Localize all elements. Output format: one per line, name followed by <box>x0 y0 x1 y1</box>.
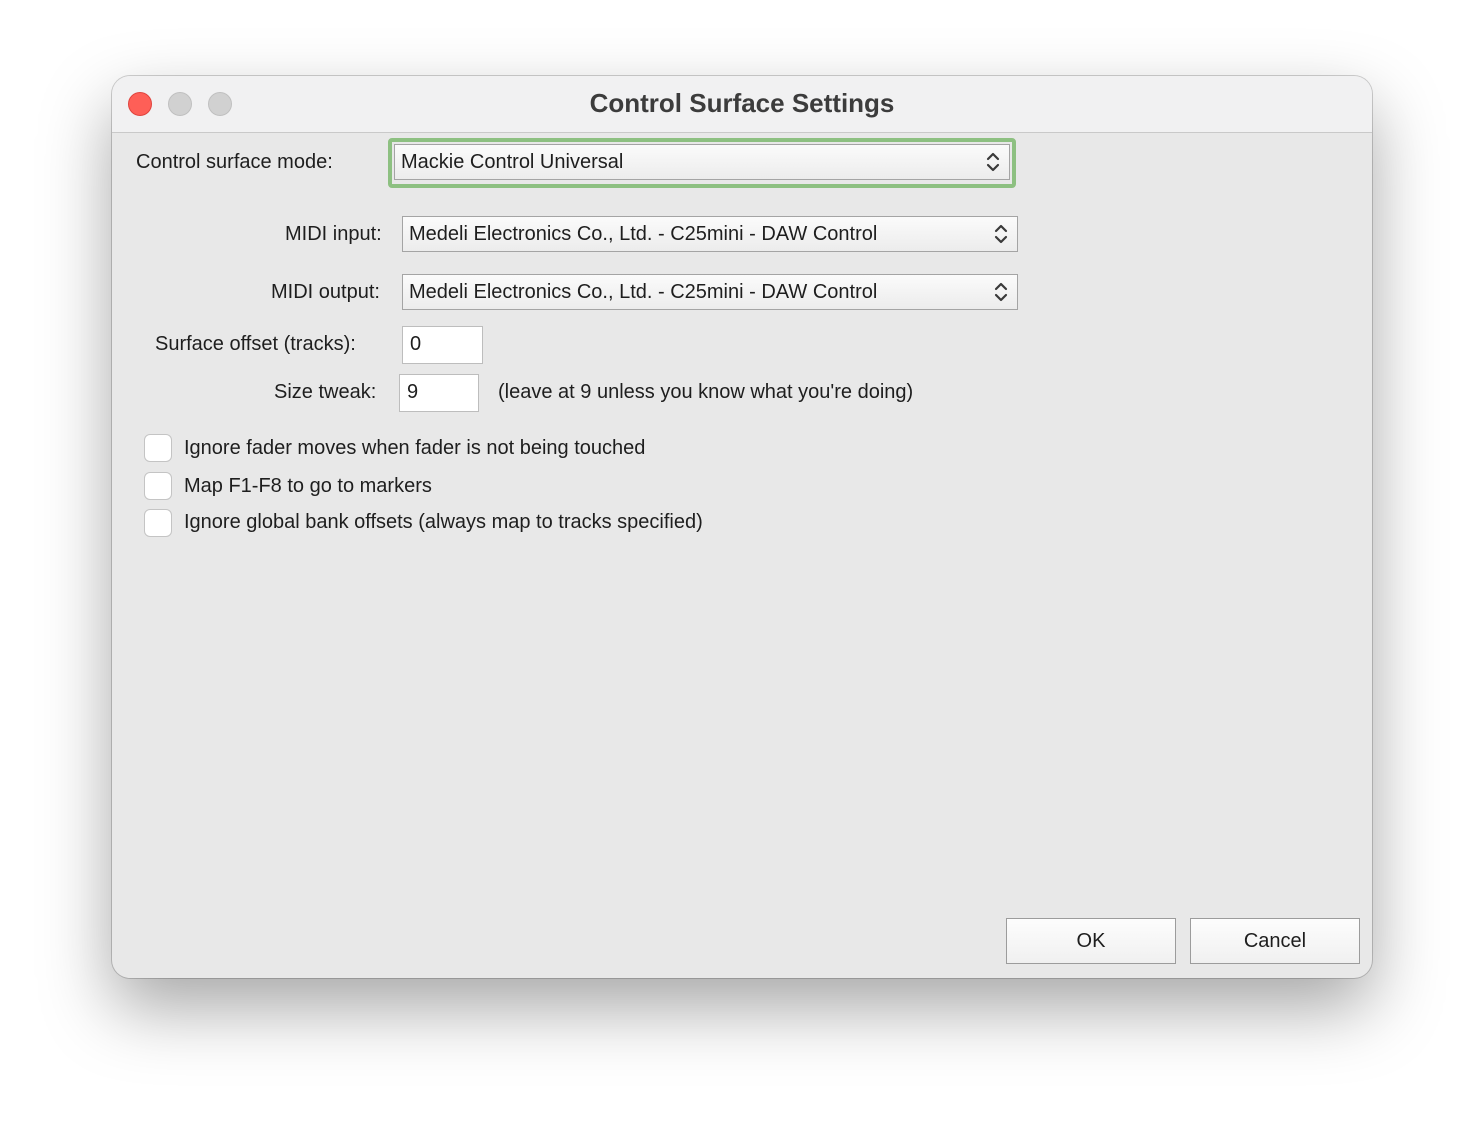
dialog-window: Control Surface Settings Control surface… <box>112 76 1372 978</box>
size-tweak-field[interactable]: 9 <box>399 374 479 412</box>
map-f1-f8-label: Map F1-F8 to go to markers <box>184 475 432 497</box>
surface-offset-field[interactable]: 0 <box>402 326 483 364</box>
ok-button[interactable]: OK <box>1006 918 1176 964</box>
mode-select-value: Mackie Control Universal <box>401 151 624 173</box>
ignore-fader-checkbox[interactable] <box>144 434 172 462</box>
ignore-bank-offsets-label: Ignore global bank offsets (always map t… <box>184 511 703 533</box>
window-title: Control Surface Settings <box>589 88 895 118</box>
size-tweak-hint: (leave at 9 unless you know what you're … <box>498 381 914 403</box>
midi-input-select[interactable]: Medeli Electronics Co., Ltd. - C25mini -… <box>402 216 1018 252</box>
cancel-button[interactable]: Cancel <box>1190 918 1360 964</box>
midi-output-label: MIDI output: <box>271 281 380 303</box>
ignore-bank-offsets-checkbox[interactable] <box>144 509 172 537</box>
midi-input-value: Medeli Electronics Co., Ltd. - C25mini -… <box>409 223 878 245</box>
chevron-up-down-icon <box>994 224 1008 244</box>
surface-offset-label: Surface offset (tracks): <box>155 333 356 355</box>
size-tweak-value: 9 <box>407 381 419 403</box>
ignore-fader-label: Ignore fader moves when fader is not bei… <box>184 437 646 459</box>
map-f1-f8-checkbox[interactable] <box>144 472 172 500</box>
mode-label: Control surface mode: <box>136 151 333 173</box>
mode-select[interactable]: Mackie Control Universal <box>394 144 1010 180</box>
chevron-up-down-icon <box>994 282 1008 302</box>
size-tweak-label: Size tweak: <box>274 381 377 403</box>
midi-input-label: MIDI input: <box>285 223 382 245</box>
chevron-up-down-icon <box>986 152 1000 172</box>
midi-output-select[interactable]: Medeli Electronics Co., Ltd. - C25mini -… <box>402 274 1018 310</box>
title-bar[interactable]: Control Surface Settings <box>112 76 1372 133</box>
midi-output-value: Medeli Electronics Co., Ltd. - C25mini -… <box>409 281 878 303</box>
surface-offset-value: 0 <box>410 333 422 355</box>
